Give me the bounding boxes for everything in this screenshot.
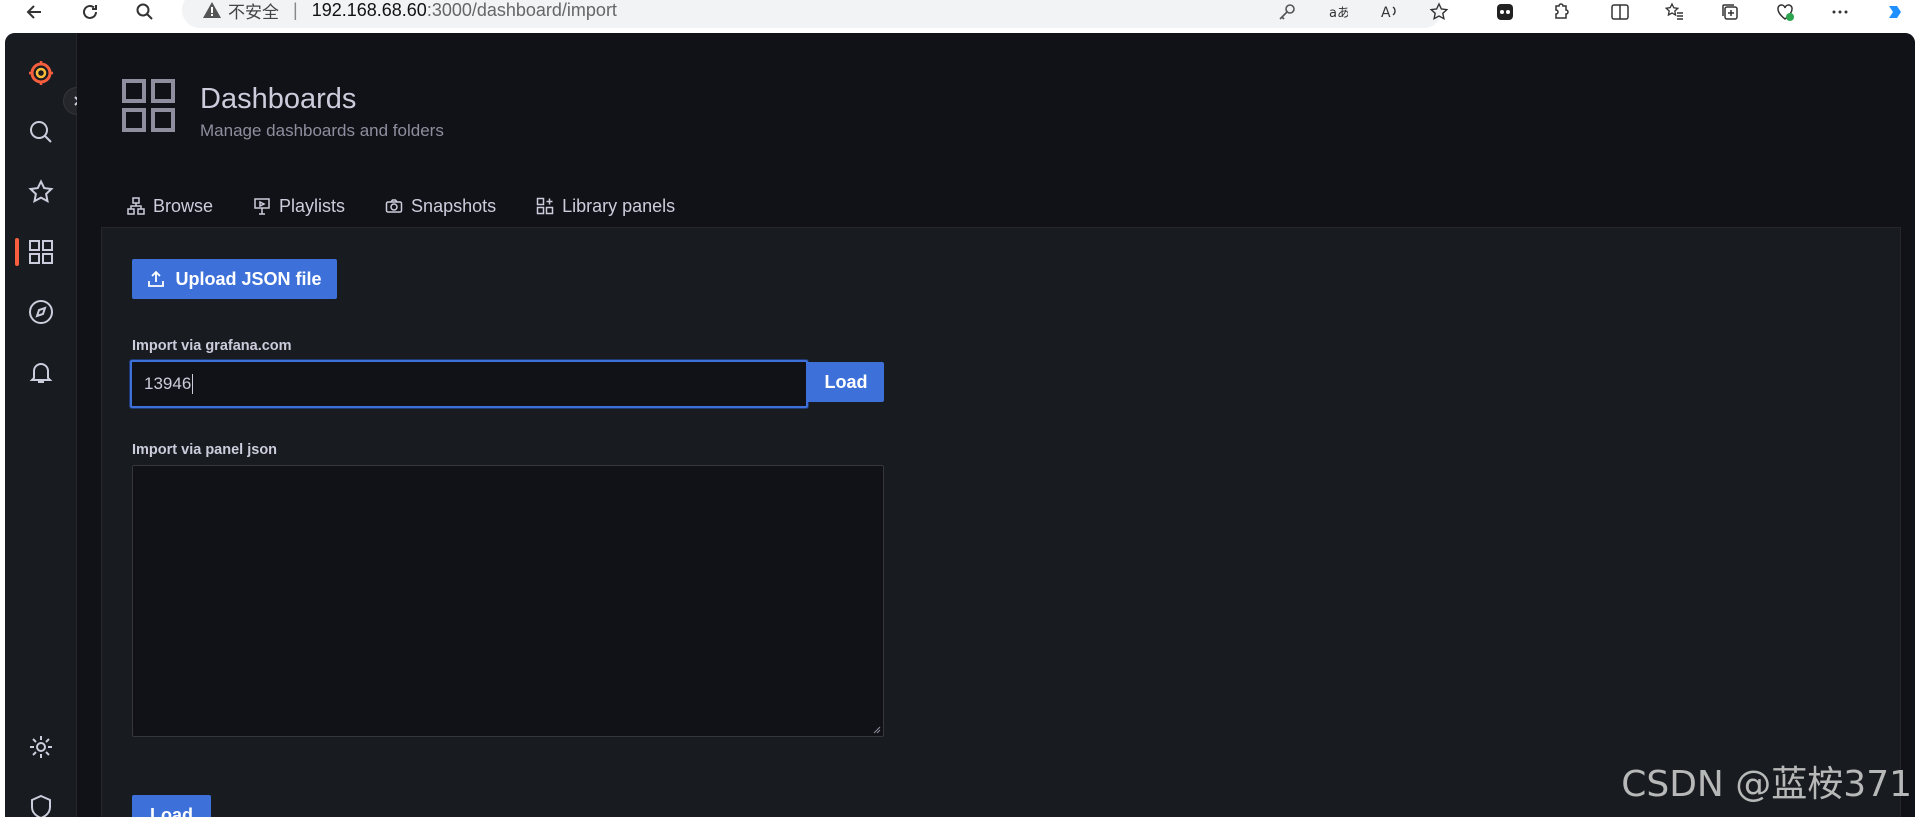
panel-json-textarea[interactable]: [132, 465, 884, 737]
dashboards-header-icon: [121, 78, 177, 134]
svg-text:aあ: aあ: [1329, 6, 1348, 21]
split-screen-icon[interactable]: [1605, 0, 1635, 24]
bell-icon[interactable]: [5, 352, 77, 392]
grafana-app: Dashboards Manage dashboards and folders…: [5, 33, 1915, 817]
read-aloud-icon[interactable]: A: [1374, 0, 1404, 24]
reload-icon[interactable]: [75, 0, 105, 24]
import-panel: Upload JSON file Import via grafana.com …: [101, 227, 1901, 817]
upload-json-label: Upload JSON file: [175, 268, 322, 289]
collections-icon[interactable]: [1715, 0, 1745, 24]
tab-browse[interactable]: Browse: [107, 183, 233, 229]
resize-handle-icon[interactable]: [871, 724, 881, 734]
tab-library-panels[interactable]: Library panels: [516, 183, 695, 229]
panel-json-label: Import via panel json: [132, 442, 278, 458]
page-header: Dashboards Manage dashboards and folders…: [77, 33, 1915, 227]
favorite-star-icon[interactable]: [1424, 0, 1454, 24]
key-icon[interactable]: [1272, 0, 1302, 24]
more-options-icon[interactable]: [1825, 0, 1855, 24]
grafana-logo-icon[interactable]: [5, 53, 77, 93]
compass-icon[interactable]: [5, 292, 77, 332]
copilot-icon[interactable]: [1880, 0, 1910, 24]
tab-snapshots-label: Snapshots: [411, 195, 497, 216]
sitemap-icon: [127, 197, 145, 215]
text-caret: [192, 374, 194, 394]
library-panel-icon: [536, 197, 554, 215]
load-json-button[interactable]: Load: [132, 795, 211, 817]
address-divider: |: [293, 0, 298, 20]
browser-health-icon[interactable]: [1770, 0, 1800, 24]
search-icon[interactable]: [130, 0, 160, 24]
load-button[interactable]: Load: [808, 362, 884, 402]
tab-bar: Browse Playlists Snapshots Library panel…: [107, 183, 695, 229]
address-bar[interactable]: 不安全 | 192.168.68.60:3000/dashboard/impor…: [182, 0, 1442, 28]
url-host: 192.168.68.60: [311, 0, 427, 20]
camera-icon: [385, 199, 403, 213]
presentation-icon: [254, 198, 270, 215]
grafana-id-value: 13946: [144, 374, 192, 393]
translate-icon[interactable]: aあ: [1323, 0, 1353, 24]
back-icon[interactable]: [20, 0, 50, 24]
side-menu: [5, 33, 77, 817]
tab-browse-label: Browse: [153, 195, 214, 216]
extension-app-icon[interactable]: [1490, 0, 1520, 24]
security-warning[interactable]: 不安全: [202, 0, 279, 23]
page-subtitle: Manage dashboards and folders: [200, 121, 444, 140]
svg-text:A: A: [1381, 5, 1391, 21]
gear-icon[interactable]: [5, 727, 77, 767]
page-title: Dashboards: [200, 83, 357, 115]
tab-library-panels-label: Library panels: [562, 195, 676, 216]
tab-snapshots[interactable]: Snapshots: [365, 183, 516, 229]
shield-icon[interactable]: [5, 787, 77, 817]
upload-icon: [148, 270, 165, 287]
extensions-puzzle-icon[interactable]: [1545, 0, 1575, 24]
dashboards-icon[interactable]: [5, 232, 77, 272]
watermark-text: CSDN @蓝桉371: [1621, 764, 1912, 805]
security-label: 不安全: [228, 2, 279, 22]
url-path: :3000/dashboard/import: [426, 0, 617, 20]
search-icon[interactable]: [5, 112, 77, 152]
star-icon[interactable]: [5, 172, 77, 212]
grafana-id-input[interactable]: 13946: [130, 360, 808, 408]
warning-icon: [203, 2, 221, 18]
tab-playlists-label: Playlists: [279, 195, 346, 216]
upload-json-button[interactable]: Upload JSON file: [132, 259, 337, 299]
browser-toolbar: 不安全 | 192.168.68.60:3000/dashboard/impor…: [0, 0, 1920, 30]
favorites-list-icon[interactable]: [1660, 0, 1690, 24]
tab-playlists[interactable]: Playlists: [233, 183, 365, 229]
grafana-import-label: Import via grafana.com: [132, 338, 292, 354]
